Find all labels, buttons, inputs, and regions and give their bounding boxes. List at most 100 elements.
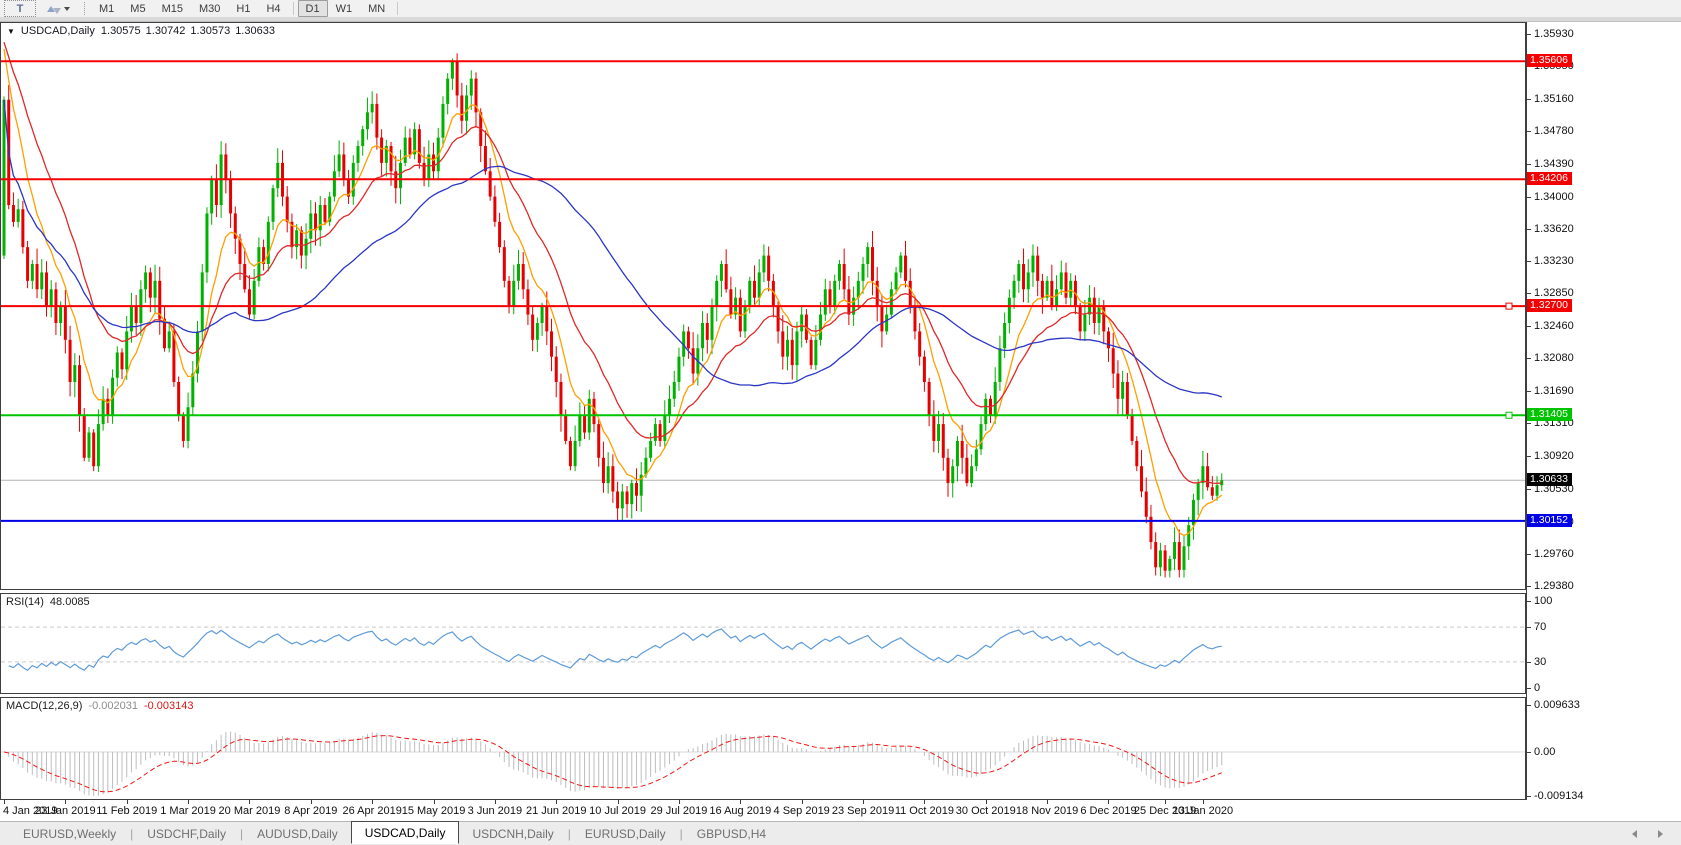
axis-label: 1.29760 [1534,548,1574,560]
axis-tick [1527,293,1531,294]
time-tick [65,800,66,804]
time-tick [4,800,5,804]
quote-low: 1.30573 [190,25,230,37]
time-tick [127,800,128,804]
timeframe-button-m5[interactable]: M5 [122,0,153,17]
tab-audusd-daily[interactable]: AUDUSD,Daily [244,824,351,844]
time-tick [618,800,619,804]
tab-scroll-right-icon[interactable] [1658,830,1663,838]
tab-eurusd-weekly[interactable]: EURUSD,Weekly [10,824,129,844]
macd-indicator-canvas[interactable] [0,697,1526,800]
chart-tab-bar: EURUSD,Weekly|USDCHF,Daily|AUDUSD,DailyU… [0,821,1681,845]
axis-tick [1527,627,1531,628]
price-chip-1.30152: 1.30152 [1527,514,1572,527]
axis-label: 1.33620 [1534,223,1574,235]
line-handle[interactable] [1506,303,1512,309]
time-label: 11 Oct 2019 [895,805,954,817]
mt4-terminal: T M1M5M15M30H1H4 D1W1MN ▼ USDCAD,Daily 1.… [0,0,1681,845]
time-label: 18 Nov 2019 [1016,805,1078,817]
tab-gbpusd-h4[interactable]: GBPUSD,H4 [684,824,779,844]
time-tick [1108,800,1109,804]
axis-tick [1527,489,1531,490]
axis-tick [1527,358,1531,359]
line-handle[interactable] [1506,412,1512,418]
tab-usdchf-daily[interactable]: USDCHF,Daily [134,824,239,844]
axis-tick [1527,391,1531,392]
timeframe-button-d1[interactable]: D1 [298,0,328,17]
price-chip-1.35606: 1.35606 [1527,54,1572,67]
axis-tick [1527,164,1531,165]
axis-tick [1527,99,1531,100]
price-chart-canvas[interactable] [0,22,1526,590]
macd-main-value: -0.002031 [88,700,138,712]
collapse-arrow-icon[interactable]: ▼ [7,27,15,36]
timeframe-button-w1[interactable]: W1 [328,0,361,17]
axis-label: 0 [1534,682,1540,694]
price-chip-1.32700: 1.32700 [1527,299,1572,312]
chart-symbol-label: USDCAD,Daily [21,25,95,37]
time-tick [372,800,373,804]
macd-signal-value: -0.003143 [144,700,194,712]
macd-name: MACD(12,26,9) [6,700,82,712]
timeframe-button-mn[interactable]: MN [360,0,393,17]
axis-label: 1.33230 [1534,255,1574,267]
timeframe-button-m30[interactable]: M30 [191,0,228,17]
axis-tick [1527,586,1531,587]
time-tick [986,800,987,804]
arrow-down-icon [53,8,61,14]
axis-label: 1.32850 [1534,287,1574,299]
time-tick [924,800,925,804]
time-label: 3 Jun 2019 [468,805,522,817]
rsi-name: RSI(14) [6,596,44,608]
time-tick [1047,800,1048,804]
tab-usdcad-daily[interactable]: USDCAD,Daily [351,821,460,844]
text-label-tool-button[interactable]: T [4,0,36,17]
time-tick [556,800,557,804]
axis-label: 1.35930 [1534,28,1574,40]
time-label: 1 Mar 2019 [160,805,216,817]
toolbar-separator [397,2,398,15]
axis-tick [1527,326,1531,327]
price-chip-1.34206: 1.34206 [1527,172,1572,185]
axis-label: 1.29380 [1534,580,1574,592]
timeframe-button-m15[interactable]: M15 [154,0,191,17]
time-tick [1165,800,1166,804]
time-tick [1203,800,1204,804]
axis-tick [1527,796,1531,797]
time-label: 16 Aug 2019 [709,805,771,817]
tab-scroll-left-icon[interactable] [1632,830,1637,838]
axis-tick [1527,456,1531,457]
toolbar-separator [293,2,294,15]
axis-tick [1527,601,1531,602]
time-label: 21 Jun 2019 [526,805,587,817]
time-tick [311,800,312,804]
axis-label: 0.009633 [1534,699,1580,711]
axis-label: 1.34390 [1534,158,1574,170]
time-axis[interactable]: 4 Jan 201923 Jan 201911 Feb 20191 Mar 20… [0,800,1681,821]
axis-label: 1.35160 [1534,93,1574,105]
toolbar-grip [84,2,85,15]
axis-label: 1.32080 [1534,352,1574,364]
rsi-value: 48.0085 [50,596,90,608]
timeframe-button-group: M1M5M15M30H1H4 D1W1MN [91,0,402,17]
tab-usdcnh-daily[interactable]: USDCNH,Daily [459,824,566,844]
axis-label: -0.009134 [1534,790,1584,802]
dropdown-caret-icon [64,7,70,11]
timeframe-button-m1[interactable]: M1 [91,0,122,17]
time-label: 29 Jul 2019 [651,805,708,817]
time-label: 8 Apr 2019 [284,805,337,817]
axis-tick [1527,705,1531,706]
time-label: 6 Dec 2019 [1080,805,1136,817]
axis-tick [1527,131,1531,132]
time-tick [740,800,741,804]
timeframe-button-h1[interactable]: H1 [228,0,258,17]
axis-tick [1527,423,1531,424]
time-label: 26 Apr 2019 [342,805,401,817]
time-label: 23 Sep 2019 [832,805,894,817]
axis-label: 1.32460 [1534,320,1574,332]
rsi-indicator-canvas[interactable] [0,593,1526,694]
time-tick [188,800,189,804]
timeframe-button-h4[interactable]: H4 [258,0,288,17]
arrow-objects-button[interactable] [39,0,78,17]
tab-eurusd-daily[interactable]: EURUSD,Daily [572,824,679,844]
